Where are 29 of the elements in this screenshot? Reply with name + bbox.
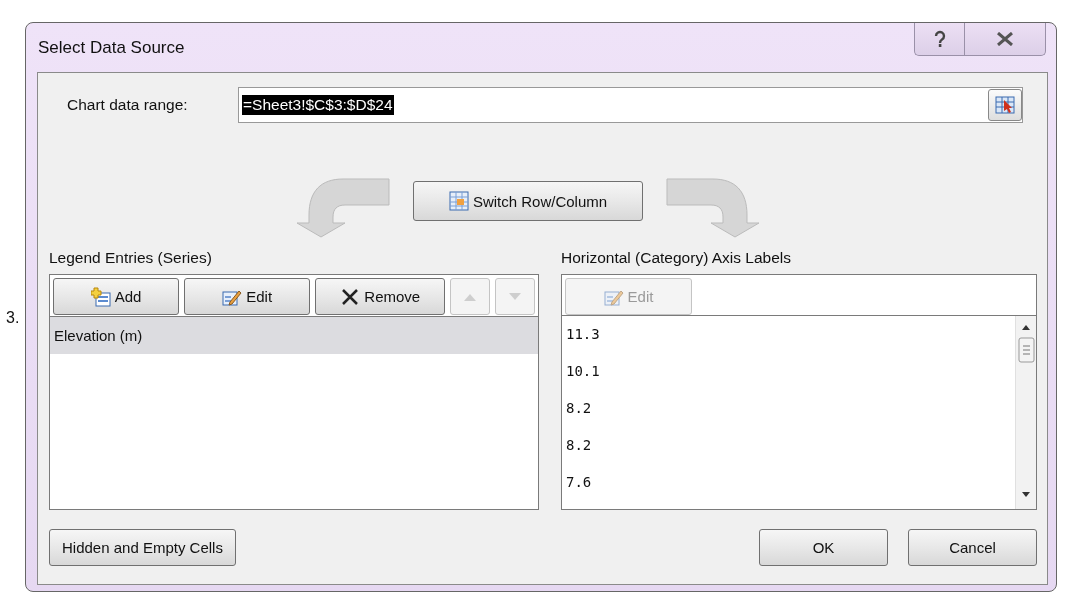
- cell-text: 3.: [6, 309, 20, 327]
- series-list-item[interactable]: Elevation (m): [50, 317, 538, 354]
- dialog-button[interactable]: Cancel: [908, 529, 1037, 566]
- add-list-icon: [90, 286, 111, 307]
- dialog-button[interactable]: OK: [759, 529, 888, 566]
- axis-label-item[interactable]: 8.2: [562, 427, 1015, 464]
- table-arrow-icon: [995, 96, 1015, 114]
- window-title: Select Data Source: [38, 38, 185, 58]
- edit-button[interactable]: Edit: [184, 278, 311, 315]
- axis-label-item[interactable]: 11.3: [562, 316, 1015, 353]
- switch-table-icon: [448, 191, 469, 211]
- add-button[interactable]: Add: [53, 278, 180, 315]
- axis-label-item[interactable]: 7.6: [562, 464, 1015, 501]
- section-label: Horizontal (Category) Axis Labels: [561, 249, 793, 267]
- dialog-button[interactable]: Hidden and Empty Cells: [49, 529, 236, 566]
- remove-x-icon: [340, 286, 361, 307]
- help-icon: [932, 30, 947, 48]
- switch-row-column-button[interactable]: Switch Row/Column: [413, 181, 643, 221]
- axis-label-item[interactable]: 10.1: [562, 353, 1015, 390]
- help-button[interactable]: [914, 23, 964, 56]
- range-input-field[interactable]: =Sheet3!$C$3:$D$24: [238, 87, 1023, 123]
- collapse-dialog-button[interactable]: [988, 89, 1022, 121]
- field-label: Chart data range:: [66, 96, 189, 114]
- section-label: Legend Entries (Series): [49, 249, 213, 267]
- remove-button[interactable]: Remove: [315, 278, 446, 315]
- down-arrow-icon: [507, 291, 524, 302]
- axis-label-item[interactable]: 8.2: [562, 390, 1015, 427]
- close-icon: [996, 32, 1014, 46]
- close-button[interactable]: [964, 23, 1046, 56]
